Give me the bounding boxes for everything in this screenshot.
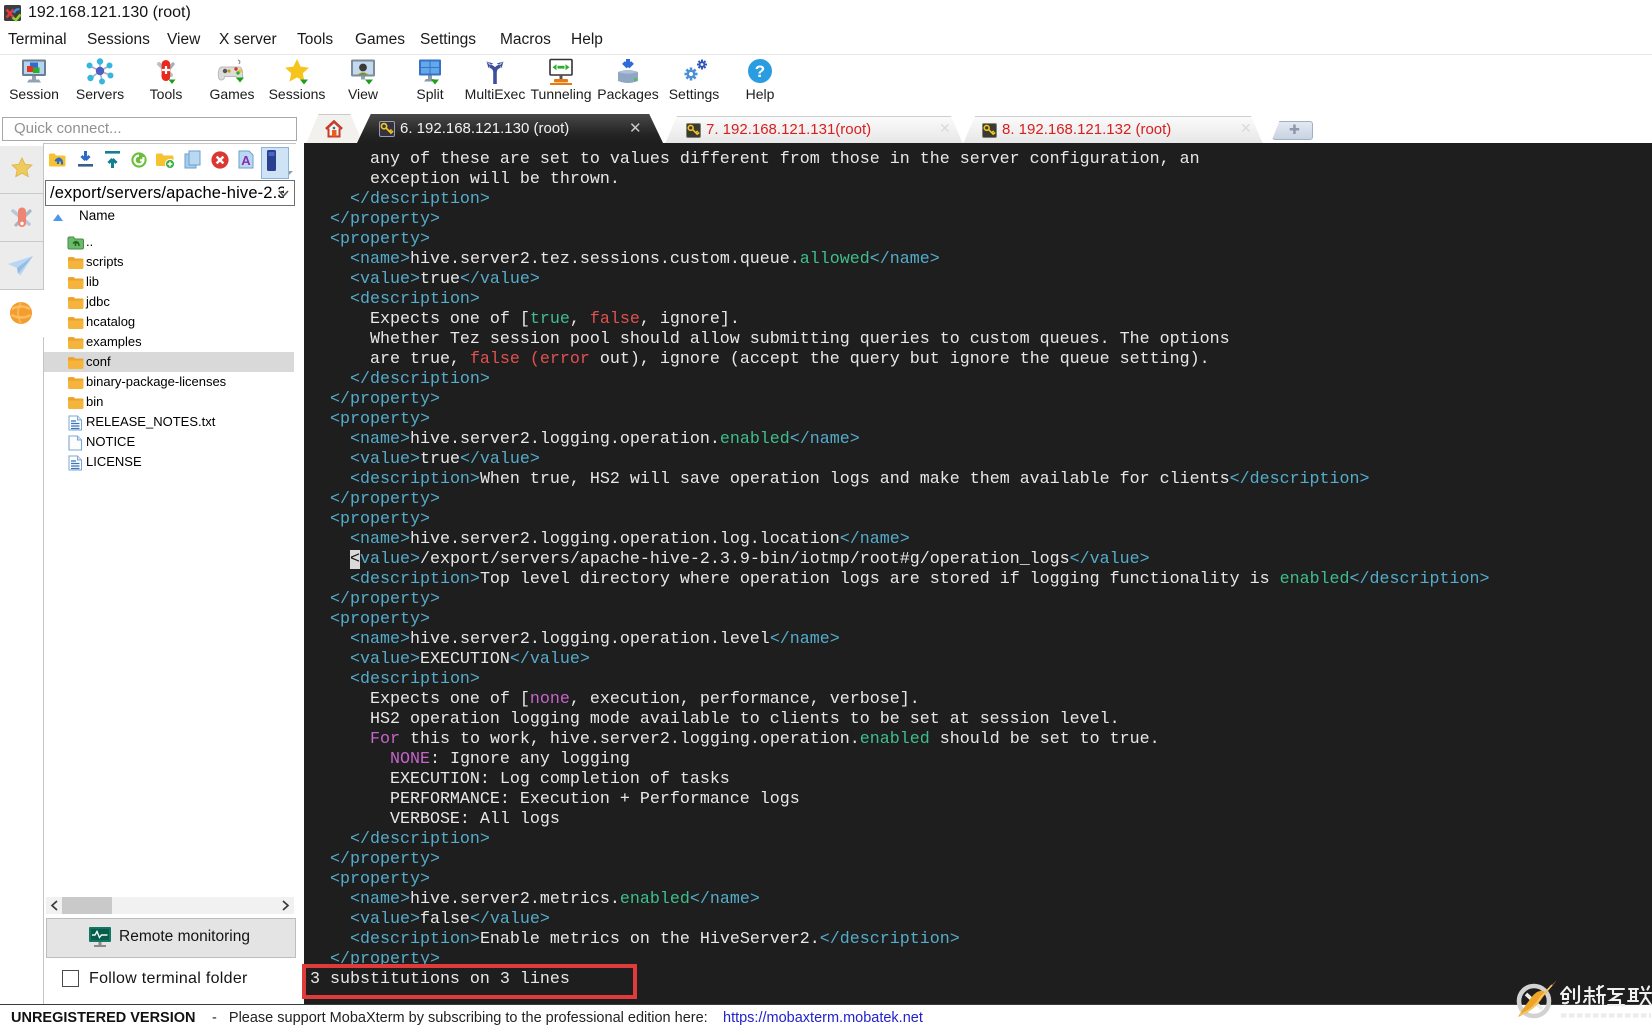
- svg-text:?: ?: [755, 62, 765, 81]
- svg-text:A: A: [241, 153, 251, 168]
